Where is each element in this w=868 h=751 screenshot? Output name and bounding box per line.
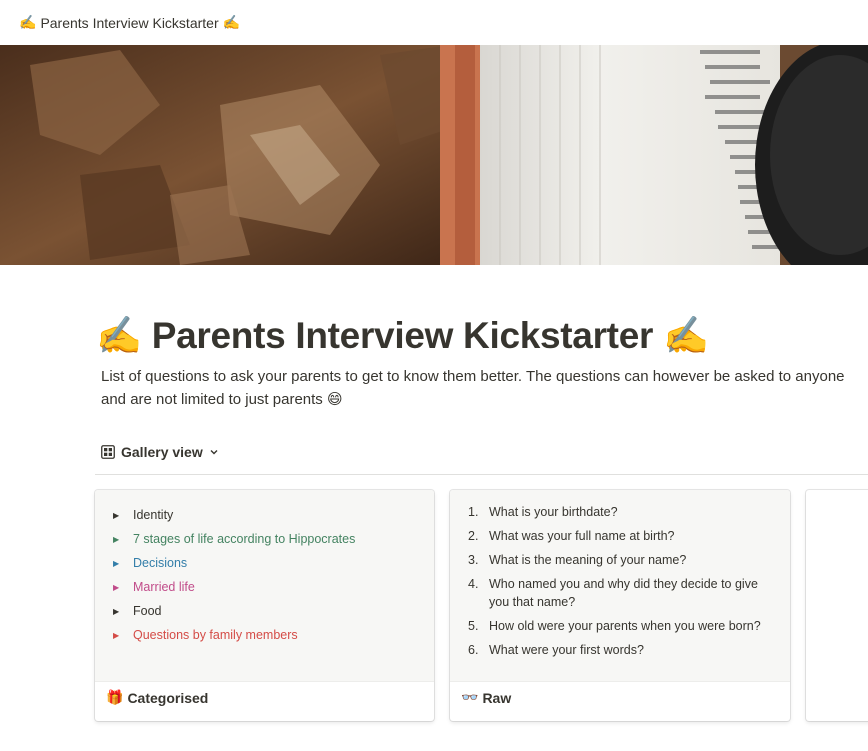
triangle-right-icon[interactable]: ▶: [113, 535, 133, 544]
glasses-icon: 👓: [461, 690, 479, 706]
list-item: 6. What were your first words?: [468, 641, 778, 659]
grinning-face-icon: 😄: [326, 390, 343, 408]
list-item: 3. What is the meaning of your name?: [468, 551, 778, 569]
list-item: 4. Who named you and why did they decide …: [468, 575, 778, 611]
toggle-item[interactable]: ▶ Married life: [113, 575, 355, 599]
toggle-label: Decisions: [133, 556, 188, 570]
card-title: Categorised: [127, 690, 209, 706]
list-number: 5.: [468, 619, 479, 633]
card-caption: 👓 Raw: [461, 690, 511, 706]
list-item: 1. What is your birthdate?: [468, 503, 778, 521]
card-caption: 🎁 Categorised: [106, 690, 208, 706]
list-text: What were your first words?: [489, 643, 644, 657]
toggle-item[interactable]: ▶ Food: [113, 599, 355, 623]
toggle-label: Food: [133, 604, 162, 618]
view-divider: [95, 474, 868, 475]
view-switcher[interactable]: Gallery view: [101, 440, 219, 464]
triangle-right-icon[interactable]: ▶: [113, 559, 133, 568]
card-title: Raw: [482, 690, 512, 706]
list-item: 2. What was your full name at birth?: [468, 527, 778, 545]
list-number: 2.: [468, 529, 479, 543]
list-text: How old were your parents when you were …: [489, 619, 761, 633]
list-text: What was your full name at birth?: [489, 529, 675, 543]
card-preview: 1. What is your birthdate? 2. What was you…: [450, 490, 790, 682]
breadcrumb-page[interactable]: ✍️ Parents Interview Kickstarter ✍️: [19, 15, 240, 31]
toggle-label: 7 stages of life according to Hippocrate…: [133, 532, 356, 546]
toggle-label: Married life: [133, 580, 195, 594]
toggle-label: Identity: [133, 508, 174, 522]
list-text: Who named you and why did they decide to…: [489, 577, 758, 609]
triangle-right-icon[interactable]: ▶: [113, 631, 133, 640]
numbered-list: 1. What is your birthdate? 2. What was you…: [468, 503, 778, 665]
writing-hand-icon: ✍️: [19, 14, 37, 31]
list-text: What is your birthdate?: [489, 505, 618, 519]
list-number: 4.: [468, 577, 479, 591]
cover-image[interactable]: [0, 45, 868, 265]
toggle-item[interactable]: ▶ Questions by family members: [113, 623, 355, 647]
gallery-card-categorised[interactable]: ▶ Identity ▶ 7 stages of life according …: [95, 490, 434, 721]
toggle-item[interactable]: ▶ Decisions: [113, 551, 355, 575]
list-text: What is the meaning of your name?: [489, 553, 687, 567]
list-number: 3.: [468, 553, 479, 567]
triangle-right-icon[interactable]: ▶: [113, 583, 133, 592]
list-number: 1.: [468, 505, 479, 519]
gallery-card-partial[interactable]: [806, 490, 868, 721]
view-label: Gallery view: [121, 444, 203, 460]
card-preview: ▶ Identity ▶ 7 stages of life according …: [95, 490, 434, 682]
topbar: ✍️ Parents Interview Kickstarter ✍️: [0, 0, 868, 45]
writing-hand-icon: ✍️: [222, 14, 241, 31]
breadcrumb-title: Parents Interview Kickstarter: [40, 14, 219, 31]
page-description: List of questions to ask your parents to…: [101, 366, 861, 411]
grid-icon: [101, 445, 115, 459]
writing-hand-icon: ✍️: [96, 314, 142, 357]
toggle-item[interactable]: ▶ Identity: [113, 503, 355, 527]
toggle-list: ▶ Identity ▶ 7 stages of life according …: [113, 503, 355, 647]
toggle-label: Questions by family members: [133, 628, 298, 642]
triangle-right-icon[interactable]: ▶: [113, 511, 133, 520]
page-title-text: Parents Interview Kickstarter: [151, 315, 654, 356]
list-item: 5. How old were your parents when you wer…: [468, 617, 778, 635]
page-title: ✍️ Parents Interview Kickstarter ✍️: [96, 312, 709, 360]
toggle-item[interactable]: ▶ 7 stages of life according to Hippocra…: [113, 527, 355, 551]
writing-hand-icon: ✍️: [663, 314, 709, 357]
list-number: 6.: [468, 643, 479, 657]
description-text: List of questions to ask your parents to…: [101, 368, 845, 408]
triangle-right-icon[interactable]: ▶: [113, 607, 133, 616]
gift-icon: 🎁: [106, 690, 124, 706]
gallery-card-raw[interactable]: 1. What is your birthdate? 2. What was you…: [450, 490, 790, 721]
chevron-down-icon: [210, 450, 218, 455]
cover-illustration: [0, 45, 868, 265]
